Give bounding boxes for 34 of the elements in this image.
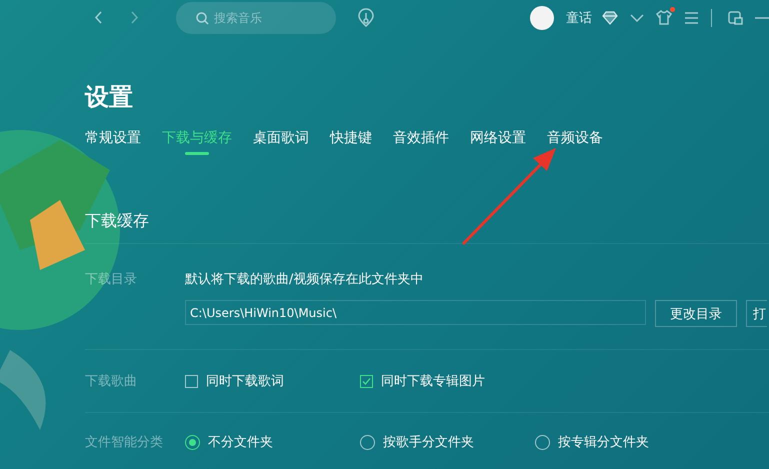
- settings-tab[interactable]: 音频设备: [547, 129, 603, 155]
- settings-tab[interactable]: 桌面歌词: [253, 129, 309, 155]
- setting-label: 下载歌曲: [85, 373, 138, 390]
- diamond-icon[interactable]: [602, 10, 618, 24]
- music-pin-icon[interactable]: [358, 8, 374, 27]
- forward-icon[interactable]: [130, 11, 138, 24]
- avatar[interactable]: [530, 6, 554, 30]
- folder-button[interactable]: 打: [746, 300, 767, 327]
- chevron-down-icon[interactable]: [630, 14, 644, 22]
- back-icon[interactable]: [94, 11, 102, 24]
- option-label: 按专辑分文件夹: [558, 434, 649, 451]
- folder-button[interactable]: 更改目录: [655, 300, 737, 327]
- settings-tab[interactable]: 常规设置: [85, 129, 141, 155]
- option-label: 同时下载专辑图片: [381, 373, 485, 390]
- option-label: 不分文件夹: [208, 434, 273, 451]
- setting-label: 文件智能分类: [85, 434, 164, 451]
- settings-tab[interactable]: 网络设置: [470, 129, 526, 155]
- user-name[interactable]: 童话: [566, 8, 592, 26]
- mini-mode-icon[interactable]: [728, 10, 743, 24]
- settings-tab[interactable]: 音效插件: [393, 129, 449, 155]
- option-label: 同时下载歌词: [206, 373, 284, 390]
- settings-tab[interactable]: 下载与缓存: [162, 129, 232, 155]
- shirt-icon[interactable]: [656, 10, 672, 25]
- page-title: 设置: [85, 83, 134, 111]
- menu-icon[interactable]: [684, 10, 699, 24]
- settings-tab[interactable]: 快捷键: [330, 129, 372, 155]
- option-label: 按歌手分文件夹: [383, 434, 474, 451]
- search-icon: [196, 12, 209, 24]
- description-text: 默认将下载的歌曲/视频保存在此文件夹中: [185, 271, 424, 288]
- setting-label: 下载目录: [85, 271, 138, 289]
- section-title: 下载缓存: [85, 211, 150, 231]
- radio-button[interactable]: [185, 434, 200, 450]
- check-icon: [362, 377, 371, 385]
- checkbox[interactable]: [360, 374, 373, 388]
